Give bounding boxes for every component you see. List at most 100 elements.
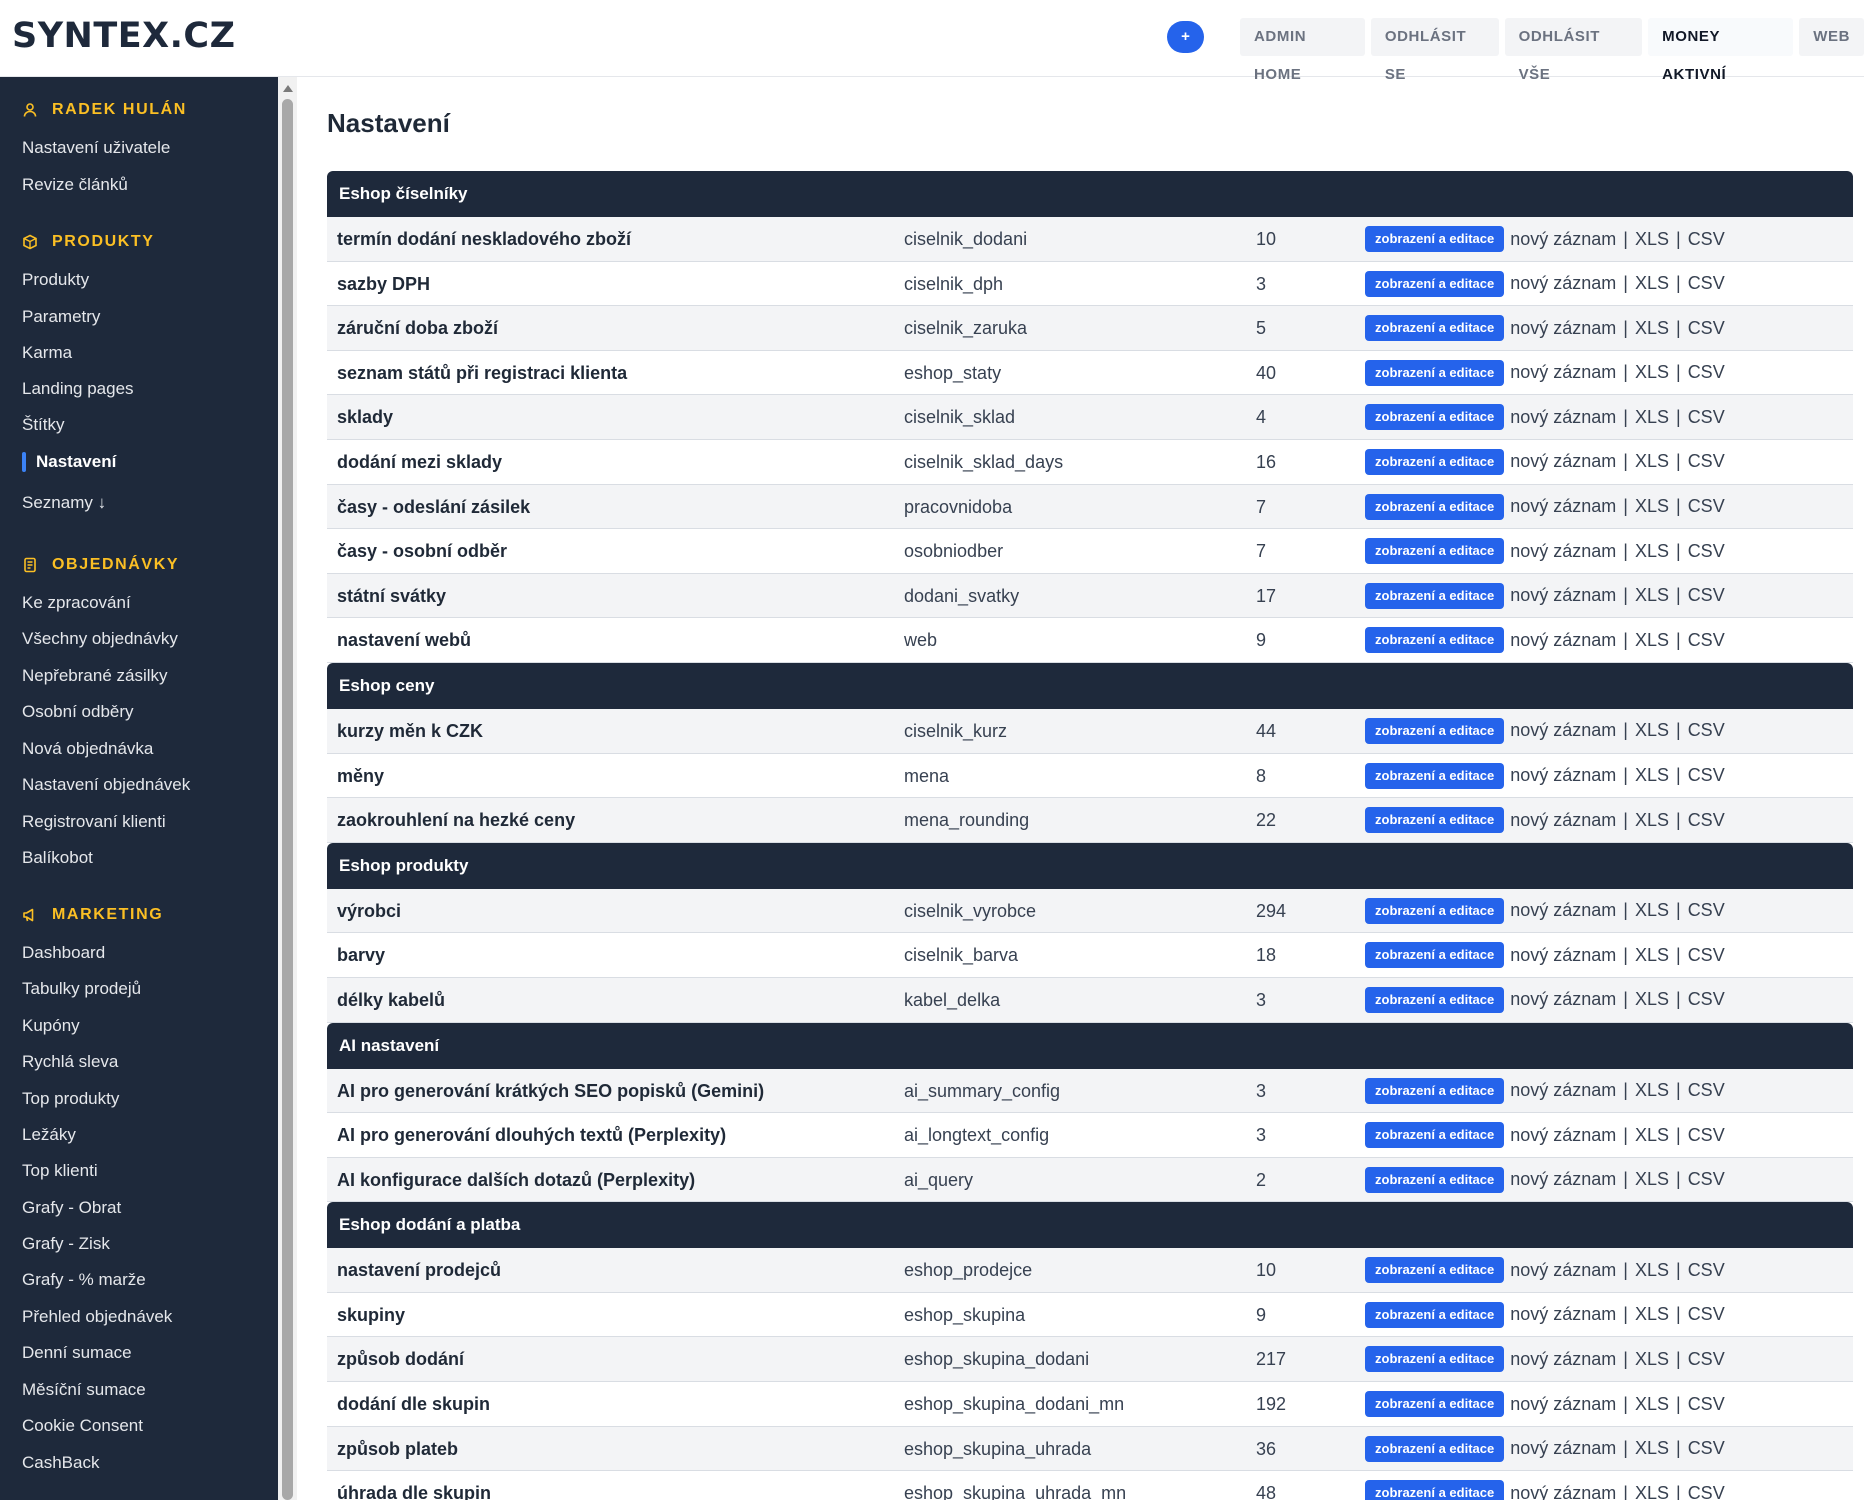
topnav-web[interactable]: WEB xyxy=(1799,18,1864,56)
sidebar-item-dashboard[interactable]: Dashboard xyxy=(22,941,105,965)
new-record-link[interactable]: nový záznam xyxy=(1510,496,1616,517)
new-record-link[interactable]: nový záznam xyxy=(1510,810,1616,831)
csv-export-link[interactable]: CSV xyxy=(1688,720,1725,741)
sidebar-item-grafy-marze[interactable]: Grafy - % marže xyxy=(22,1268,146,1292)
topnav-odhlasit-vse[interactable]: ODHLÁSIT VŠE xyxy=(1504,18,1643,83)
sidebar-item-vsechny-objednavky[interactable]: Všechny objednávky xyxy=(22,627,178,651)
new-record-link[interactable]: nový záznam xyxy=(1510,989,1616,1010)
xls-export-link[interactable]: XLS xyxy=(1635,407,1669,428)
view-edit-button[interactable]: zobrazení a editace xyxy=(1365,493,1505,520)
new-record-link[interactable]: nový záznam xyxy=(1510,900,1616,921)
new-record-link[interactable]: nový záznam xyxy=(1510,1125,1616,1146)
sidebar-item-cookie-consent[interactable]: Cookie Consent xyxy=(22,1414,143,1438)
topnav-odhlasit-se[interactable]: ODHLÁSIT SE xyxy=(1370,18,1499,83)
xls-export-link[interactable]: XLS xyxy=(1635,229,1669,250)
csv-export-link[interactable]: CSV xyxy=(1688,810,1725,831)
new-record-link[interactable]: nový záznam xyxy=(1510,765,1616,786)
view-edit-button[interactable]: zobrazení a editace xyxy=(1365,1391,1505,1418)
csv-export-link[interactable]: CSV xyxy=(1688,229,1725,250)
csv-export-link[interactable]: CSV xyxy=(1688,1169,1725,1190)
new-record-link[interactable]: nový záznam xyxy=(1510,630,1616,651)
new-record-link[interactable]: nový záznam xyxy=(1510,1080,1616,1101)
xls-export-link[interactable]: XLS xyxy=(1635,318,1669,339)
view-edit-button[interactable]: zobrazení a editace xyxy=(1365,1346,1505,1373)
sidebar-item-nastaveni-uzivatele[interactable]: Nastavení uživatele xyxy=(22,136,170,160)
csv-export-link[interactable]: CSV xyxy=(1688,362,1725,383)
new-record-link[interactable]: nový záznam xyxy=(1510,1394,1616,1415)
xls-export-link[interactable]: XLS xyxy=(1635,1125,1669,1146)
new-record-link[interactable]: nový záznam xyxy=(1510,362,1616,383)
xls-export-link[interactable]: XLS xyxy=(1635,989,1669,1010)
sidebar-item-stitky[interactable]: Štítky xyxy=(22,413,65,437)
csv-export-link[interactable]: CSV xyxy=(1688,989,1725,1010)
xls-export-link[interactable]: XLS xyxy=(1635,945,1669,966)
xls-export-link[interactable]: XLS xyxy=(1635,1304,1669,1325)
csv-export-link[interactable]: CSV xyxy=(1688,1438,1725,1459)
sidebar-item-mesicni-sumace[interactable]: Měsíční sumace xyxy=(22,1378,146,1402)
topnav-admin-home[interactable]: ADMIN HOME xyxy=(1240,18,1365,83)
sidebar-item-revize-clanku[interactable]: Revize článků xyxy=(22,173,128,197)
sidebar-item-denni-sumace[interactable]: Denní sumace xyxy=(22,1341,132,1365)
sidebar-item-rychla-sleva[interactable]: Rychlá sleva xyxy=(22,1050,118,1074)
view-edit-button[interactable]: zobrazení a editace xyxy=(1365,315,1505,342)
view-edit-button[interactable]: zobrazení a editace xyxy=(1365,1166,1505,1193)
view-edit-button[interactable]: zobrazení a editace xyxy=(1365,582,1505,609)
view-edit-button[interactable]: zobrazení a editace xyxy=(1365,1122,1505,1149)
sidebar-item-produkty[interactable]: Produkty xyxy=(22,268,89,292)
view-edit-button[interactable]: zobrazení a editace xyxy=(1365,762,1505,789)
topnav-money-aktivni[interactable]: MONEY AKTIVNÍ xyxy=(1648,18,1794,83)
sidebar-item-neprebrane-zasilky[interactable]: Nepřebrané zásilky xyxy=(22,664,168,688)
csv-export-link[interactable]: CSV xyxy=(1688,451,1725,472)
xls-export-link[interactable]: XLS xyxy=(1635,496,1669,517)
view-edit-button[interactable]: zobrazení a editace xyxy=(1365,627,1505,654)
xls-export-link[interactable]: XLS xyxy=(1635,1169,1669,1190)
view-edit-button[interactable]: zobrazení a editace xyxy=(1365,1077,1505,1104)
new-record-link[interactable]: nový záznam xyxy=(1510,1349,1616,1370)
add-button[interactable]: + xyxy=(1167,21,1204,53)
xls-export-link[interactable]: XLS xyxy=(1635,810,1669,831)
new-record-link[interactable]: nový záznam xyxy=(1510,451,1616,472)
sidebar-item-registrovani-klienti[interactable]: Registrovaní klienti xyxy=(22,810,166,834)
csv-export-link[interactable]: CSV xyxy=(1688,630,1725,651)
new-record-link[interactable]: nový záznam xyxy=(1510,945,1616,966)
xls-export-link[interactable]: XLS xyxy=(1635,1394,1669,1415)
sidebar-item-karma[interactable]: Karma xyxy=(22,341,72,365)
csv-export-link[interactable]: CSV xyxy=(1688,496,1725,517)
xls-export-link[interactable]: XLS xyxy=(1635,1080,1669,1101)
sidebar-item-seznamy[interactable]: Seznamy ↓ xyxy=(22,491,106,515)
csv-export-link[interactable]: CSV xyxy=(1688,945,1725,966)
csv-export-link[interactable]: CSV xyxy=(1688,1125,1725,1146)
site-logo[interactable]: SYNTEX.CZ xyxy=(12,16,235,56)
xls-export-link[interactable]: XLS xyxy=(1635,451,1669,472)
xls-export-link[interactable]: XLS xyxy=(1635,273,1669,294)
sidebar-item-prehled-objednavek[interactable]: Přehled objednávek xyxy=(22,1305,172,1329)
new-record-link[interactable]: nový záznam xyxy=(1510,318,1616,339)
new-record-link[interactable]: nový záznam xyxy=(1510,407,1616,428)
xls-export-link[interactable]: XLS xyxy=(1635,630,1669,651)
xls-export-link[interactable]: XLS xyxy=(1635,765,1669,786)
scroll-up-arrow-icon[interactable] xyxy=(283,85,293,92)
view-edit-button[interactable]: zobrazení a editace xyxy=(1365,538,1505,565)
new-record-link[interactable]: nový záznam xyxy=(1510,541,1616,562)
xls-export-link[interactable]: XLS xyxy=(1635,585,1669,606)
sidebar-item-lezaky[interactable]: Ležáky xyxy=(22,1123,76,1147)
xls-export-link[interactable]: XLS xyxy=(1635,1260,1669,1281)
view-edit-button[interactable]: zobrazení a editace xyxy=(1365,226,1505,252)
sidebar-item-nova-objednavka[interactable]: Nová objednávka xyxy=(22,737,153,761)
sidebar-item-nastaveni[interactable]: Nastavení xyxy=(36,450,116,474)
view-edit-button[interactable]: zobrazení a editace xyxy=(1365,1480,1505,1500)
sidebar-scrollbar[interactable] xyxy=(278,77,297,1500)
sidebar-item-osobni-odbery[interactable]: Osobní odběry xyxy=(22,700,134,724)
sidebar-item-top-produkty[interactable]: Top produkty xyxy=(22,1087,119,1111)
csv-export-link[interactable]: CSV xyxy=(1688,407,1725,428)
csv-export-link[interactable]: CSV xyxy=(1688,1080,1725,1101)
xls-export-link[interactable]: XLS xyxy=(1635,1483,1669,1500)
csv-export-link[interactable]: CSV xyxy=(1688,318,1725,339)
xls-export-link[interactable]: XLS xyxy=(1635,362,1669,383)
sidebar-item-kupony[interactable]: Kupóny xyxy=(22,1014,80,1038)
view-edit-button[interactable]: zobrazení a editace xyxy=(1365,807,1505,834)
view-edit-button[interactable]: zobrazení a editace xyxy=(1365,942,1505,969)
new-record-link[interactable]: nový záznam xyxy=(1510,1304,1616,1325)
view-edit-button[interactable]: zobrazení a editace xyxy=(1365,359,1505,386)
xls-export-link[interactable]: XLS xyxy=(1635,720,1669,741)
